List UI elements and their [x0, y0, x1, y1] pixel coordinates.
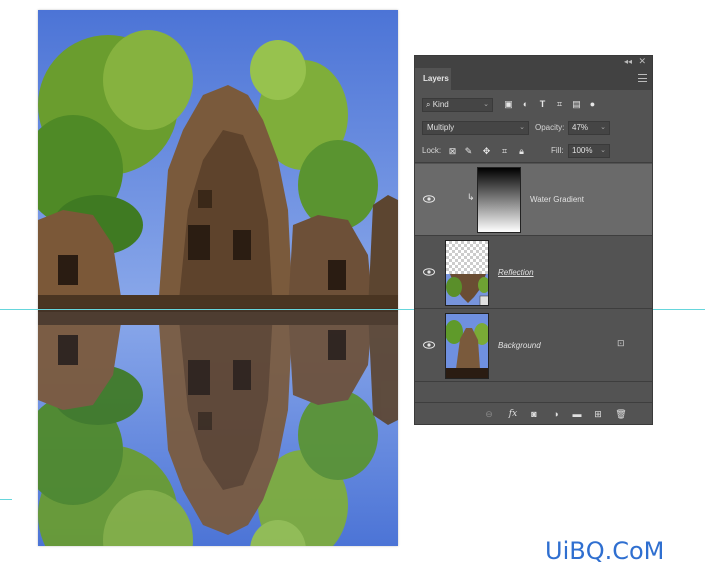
fill-label: Fill: [551, 146, 564, 155]
close-icon[interactable]: ✕ [638, 56, 646, 67]
opacity-field[interactable]: 47% ⌄ [568, 121, 610, 135]
filter-toggle-icon[interactable]: ● [587, 98, 598, 111]
type-filter-icon[interactable]: T [537, 98, 548, 111]
lock-transparent-icon[interactable]: ⊠ [447, 144, 458, 158]
layer-name[interactable]: Water Gradient [530, 195, 584, 204]
layer-row-water-gradient[interactable]: ↳ Water Gradient [415, 164, 652, 236]
layer-thumbnail[interactable] [445, 313, 489, 379]
fill-value: 100% [572, 146, 593, 155]
adjustment-layer-icon[interactable]: ◑ [550, 407, 562, 421]
mask-icon[interactable]: ◙ [528, 407, 540, 421]
document-canvas[interactable] [38, 10, 398, 546]
blend-mode-value: Multiply [427, 123, 455, 132]
layer-row-background[interactable]: Background ⊡ [415, 310, 652, 382]
reflection-thumbnail-image [446, 274, 488, 305]
collapse-icon[interactable]: ◂◂ [624, 57, 632, 66]
layer-mask-thumbnail[interactable] [477, 167, 521, 233]
trash-icon[interactable]: 🗑︎ [615, 407, 627, 421]
chevron-down-icon: ⌄ [600, 147, 606, 154]
blend-mode-select[interactable]: Multiply ⌄ [422, 121, 529, 135]
adjustment-filter-icon[interactable]: ◐ [520, 98, 531, 111]
panel-footer: ⊖ fx ◙ ◑ ▬ ⊞ 🗑︎ [415, 402, 652, 424]
panel-tabbar: Layers [415, 68, 652, 90]
temple-reflection-image [38, 10, 398, 546]
blend-row: Multiply ⌄ Opacity: 47% ⌄ [415, 117, 652, 139]
workspace: ◂◂ ✕ Layers ⌕ Kind ⌄ ▣ ◐ T ⌗ ▤ ● Multipl… [0, 0, 705, 567]
opacity-label: Opacity: [535, 123, 565, 132]
layer-row-reflection[interactable]: Reflection [415, 237, 652, 309]
lock-paint-icon[interactable]: ✎ [463, 144, 474, 158]
lock-row: Lock: ⊠ ✎ ✥ ⌗ 🔒︎ Fill: 100% ⌄ [415, 140, 652, 163]
kind-filter-select[interactable]: ⌕ Kind ⌄ [422, 98, 493, 112]
filter-row: ⌕ Kind ⌄ ▣ ◐ T ⌗ ▤ ● [415, 94, 652, 116]
lock-artboard-icon[interactable]: ⌗ [499, 144, 510, 158]
shape-filter-icon[interactable]: ⌗ [554, 98, 565, 111]
eye-icon[interactable] [423, 194, 435, 204]
kind-filter-label: Kind [432, 100, 449, 109]
chevron-down-icon: ⌄ [600, 124, 606, 131]
lock-all-icon[interactable]: 🔒︎ [516, 144, 527, 158]
new-layer-icon[interactable]: ⊞ [592, 407, 604, 421]
tab-layers[interactable]: Layers [415, 68, 451, 90]
background-thumbnail-image [446, 314, 488, 378]
panel-menu-icon[interactable] [638, 74, 647, 82]
fill-field[interactable]: 100% ⌄ [568, 144, 610, 158]
clip-arrow-icon: ↳ [467, 192, 475, 202]
layer-name[interactable]: Reflection [498, 268, 534, 277]
opacity-value: 47% [572, 123, 589, 132]
chevron-down-icon: ⌄ [483, 101, 489, 108]
image-filter-icon[interactable]: ▣ [503, 98, 514, 111]
smart-object-filter-icon[interactable]: ▤ [571, 98, 582, 111]
watermark-text: UiBQ.CoM [545, 537, 665, 565]
link-icon[interactable]: ⊖ [483, 407, 495, 421]
eye-icon[interactable] [423, 340, 435, 350]
layers-panel: ◂◂ ✕ Layers ⌕ Kind ⌄ ▣ ◐ T ⌗ ▤ ● Multipl… [414, 55, 653, 425]
padlock-icon: ⊡ [617, 338, 625, 348]
fx-icon[interactable]: fx [507, 407, 519, 421]
guide-marker [0, 499, 12, 500]
panel-titlebar[interactable]: ◂◂ ✕ [415, 56, 652, 68]
group-folder-icon[interactable]: ▬ [571, 407, 583, 421]
layer-thumbnail[interactable] [445, 240, 489, 306]
lock-label: Lock: [422, 146, 442, 155]
lock-position-icon[interactable]: ✥ [481, 144, 492, 158]
eye-icon[interactable] [423, 267, 435, 277]
search-icon: ⌕ [426, 100, 431, 109]
chevron-down-icon: ⌄ [519, 124, 525, 131]
layer-name[interactable]: Background [498, 341, 541, 350]
